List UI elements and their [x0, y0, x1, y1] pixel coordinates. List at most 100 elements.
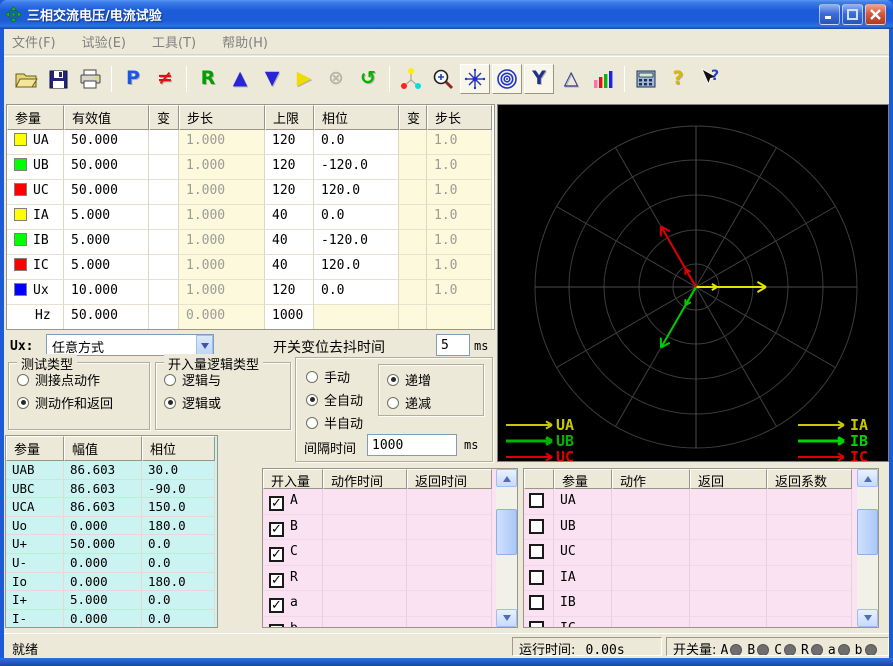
- toolbar-button-wye-view[interactable]: Y: [524, 64, 554, 94]
- param-cell[interactable]: 10.000: [64, 280, 149, 305]
- param-cell[interactable]: 1.000: [179, 205, 265, 230]
- param-cell[interactable]: [399, 280, 427, 305]
- input-check-cell[interactable]: ✓C: [263, 540, 323, 566]
- result-check-cell[interactable]: [524, 540, 554, 566]
- param-cell[interactable]: 5.000: [64, 255, 149, 280]
- toolbar-button-open-file[interactable]: [11, 64, 41, 94]
- input-check-cell[interactable]: ✓b: [263, 617, 323, 629]
- param-cell[interactable]: [399, 130, 427, 155]
- param-cell[interactable]: [314, 305, 399, 330]
- param-cell[interactable]: [427, 305, 492, 330]
- param-cell[interactable]: 120.0: [314, 180, 399, 205]
- param-cell[interactable]: 1.0: [427, 205, 492, 230]
- checkbox-unchecked[interactable]: [529, 621, 544, 629]
- param-cell[interactable]: 1.0: [427, 255, 492, 280]
- param-cell[interactable]: [149, 205, 179, 230]
- param-cell[interactable]: 1.0: [427, 280, 492, 305]
- result-check-cell[interactable]: [524, 515, 554, 541]
- toolbar-button-reset-r[interactable]: R: [193, 64, 223, 94]
- scroll-up-button[interactable]: [857, 469, 878, 487]
- param-cell[interactable]: 120: [265, 130, 314, 155]
- param-cell[interactable]: 5.000: [64, 230, 149, 255]
- menu-item-4[interactable]: 帮助(H): [222, 32, 268, 51]
- toolbar-button-param-p[interactable]: P: [118, 64, 148, 94]
- param-cell[interactable]: [399, 230, 427, 255]
- scroll-thumb[interactable]: [857, 509, 878, 555]
- param-cell[interactable]: [399, 180, 427, 205]
- checkbox-checked[interactable]: ✓: [269, 547, 284, 562]
- toolbar-button-polar-view[interactable]: [492, 64, 522, 94]
- param-cell[interactable]: 0.0: [314, 280, 399, 305]
- scroll-down-button[interactable]: [857, 609, 878, 627]
- result-check-cell[interactable]: [524, 591, 554, 617]
- param-cell[interactable]: 120: [265, 180, 314, 205]
- toolbar-button-step-up[interactable]: ▲: [225, 64, 255, 94]
- checkbox-checked[interactable]: ✓: [269, 598, 284, 613]
- param-cell[interactable]: 0.0: [314, 205, 399, 230]
- toolbar-button-start-test[interactable]: ▶: [289, 64, 319, 94]
- test-type-option-2[interactable]: 测动作和返回: [17, 394, 149, 411]
- param-cell[interactable]: [149, 255, 179, 280]
- direction-option-2[interactable]: 递减: [387, 394, 483, 411]
- toolbar-button-step-down[interactable]: ▼: [257, 64, 287, 94]
- param-cell[interactable]: 50.000: [64, 180, 149, 205]
- result-check-cell[interactable]: [524, 489, 554, 515]
- param-cell[interactable]: [149, 180, 179, 205]
- menu-item-3[interactable]: 工具(T): [152, 32, 196, 51]
- vertical-scrollbar[interactable]: [496, 469, 517, 627]
- result-check-cell[interactable]: [524, 566, 554, 592]
- checkbox-checked[interactable]: ✓: [269, 496, 284, 511]
- param-cell[interactable]: 1.000: [179, 230, 265, 255]
- toolbar-button-save-file[interactable]: [43, 64, 73, 94]
- param-cell[interactable]: [399, 155, 427, 180]
- minimize-button[interactable]: [819, 4, 840, 25]
- mode-option-3[interactable]: 半自动: [306, 414, 378, 431]
- toolbar-button-short-circuit[interactable]: ≠: [150, 64, 180, 94]
- menu-item-1[interactable]: 文件(F): [12, 32, 56, 51]
- checkbox-unchecked[interactable]: [529, 570, 544, 585]
- interval-input[interactable]: [367, 434, 457, 456]
- param-cell[interactable]: 1.0: [427, 130, 492, 155]
- param-cell[interactable]: [399, 305, 427, 330]
- input-check-cell[interactable]: ✓R: [263, 566, 323, 592]
- checkbox-checked[interactable]: ✓: [269, 573, 284, 588]
- checkbox-checked[interactable]: ✓: [269, 624, 284, 629]
- param-cell[interactable]: 120.0: [314, 255, 399, 280]
- result-check-cell[interactable]: [524, 617, 554, 629]
- param-cell[interactable]: 1.000: [179, 130, 265, 155]
- param-cell[interactable]: 1.0: [427, 155, 492, 180]
- toolbar-button-help[interactable]: ?: [663, 64, 693, 94]
- param-cell[interactable]: 1.000: [179, 280, 265, 305]
- logic-type-option-2[interactable]: 逻辑或: [164, 394, 290, 411]
- param-cell[interactable]: 50.000: [64, 130, 149, 155]
- toolbar-button-context-help[interactable]: ?: [695, 64, 725, 94]
- checkbox-unchecked[interactable]: [529, 519, 544, 534]
- scroll-up-button[interactable]: [496, 469, 517, 487]
- param-cell[interactable]: [399, 255, 427, 280]
- param-cell[interactable]: -120.0: [314, 155, 399, 180]
- toolbar-button-print[interactable]: [75, 64, 105, 94]
- param-cell[interactable]: 40: [265, 230, 314, 255]
- param-cell[interactable]: 50.000: [64, 155, 149, 180]
- param-cell[interactable]: [149, 155, 179, 180]
- param-cell[interactable]: 40: [265, 205, 314, 230]
- param-cell[interactable]: 1.000: [179, 255, 265, 280]
- test-type-option-1[interactable]: 测接点动作: [17, 371, 149, 388]
- input-check-cell[interactable]: ✓B: [263, 515, 323, 541]
- param-cell[interactable]: [399, 205, 427, 230]
- scroll-thumb[interactable]: [496, 509, 517, 555]
- param-cell[interactable]: [149, 305, 179, 330]
- toolbar-button-zoom-in[interactable]: [428, 64, 458, 94]
- input-check-cell[interactable]: ✓a: [263, 591, 323, 617]
- param-cell[interactable]: [149, 130, 179, 155]
- checkbox-unchecked[interactable]: [529, 544, 544, 559]
- param-cell[interactable]: 0.0: [314, 130, 399, 155]
- menu-item-2[interactable]: 试验(E): [82, 32, 126, 51]
- param-cell[interactable]: 0.000: [179, 305, 265, 330]
- param-cell[interactable]: -120.0: [314, 230, 399, 255]
- param-cell[interactable]: 50.000: [64, 305, 149, 330]
- debounce-input[interactable]: [436, 334, 470, 356]
- param-cell[interactable]: 5.000: [64, 205, 149, 230]
- toolbar-button-calculator[interactable]: [631, 64, 661, 94]
- checkbox-checked[interactable]: ✓: [269, 522, 284, 537]
